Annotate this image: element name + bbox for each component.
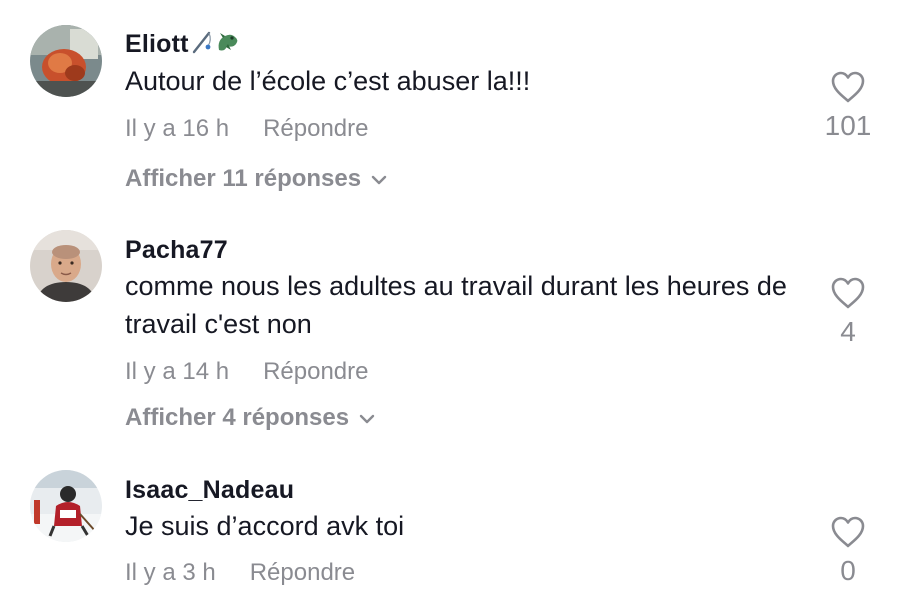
username[interactable]: Isaac_Nadeau (125, 476, 294, 505)
like-control: 4 (818, 276, 878, 348)
like-count: 0 (840, 555, 856, 586)
view-replies-button[interactable]: Afficher 4 réponses (125, 404, 375, 432)
view-replies-label: Afficher 4 réponses (125, 404, 350, 431)
comment-meta: Il y a 14 h Répondre (125, 358, 368, 386)
like-control: 101 (818, 70, 878, 142)
heart-icon[interactable] (830, 70, 866, 104)
avatar[interactable] (30, 470, 102, 542)
username[interactable]: Pacha77 (125, 236, 228, 265)
like-count: 4 (840, 316, 856, 347)
like-count: 101 (824, 110, 872, 141)
comment-meta: Il y a 3 h Répondre (125, 559, 355, 587)
comment-text: comme nous les adultes au travail durant… (125, 271, 787, 339)
comment-list: Eliott Autour de l’école c’est abuser la… (0, 0, 904, 610)
heart-icon[interactable] (830, 515, 866, 549)
dragon-emoji-icon (215, 30, 241, 61)
username-text: Eliott (125, 30, 189, 59)
view-replies-label: Afficher 11 réponses (125, 165, 362, 192)
timestamp: Il y a 14 h (125, 358, 230, 385)
chevron-down-icon (359, 403, 375, 431)
comment-meta: Il y a 16 h Répondre (125, 115, 368, 143)
comment-text: Autour de l’école c’est abuser la!!! (125, 66, 531, 96)
reply-button[interactable]: Répondre (250, 559, 355, 587)
chevron-down-icon (371, 164, 387, 192)
comment-text: Je suis d’accord avk toi (125, 511, 405, 541)
avatar[interactable] (30, 25, 102, 97)
timestamp: Il y a 3 h (125, 559, 216, 586)
heart-icon[interactable] (830, 276, 866, 310)
reply-button[interactable]: Répondre (263, 358, 368, 386)
username[interactable]: Eliott (125, 30, 241, 61)
fishing-pole-emoji-icon (191, 30, 213, 61)
reply-button[interactable]: Répondre (263, 115, 368, 143)
like-control: 0 (818, 515, 878, 587)
avatar[interactable] (30, 230, 102, 302)
view-replies-button[interactable]: Afficher 11 réponses (125, 165, 387, 193)
timestamp: Il y a 16 h (125, 115, 230, 142)
